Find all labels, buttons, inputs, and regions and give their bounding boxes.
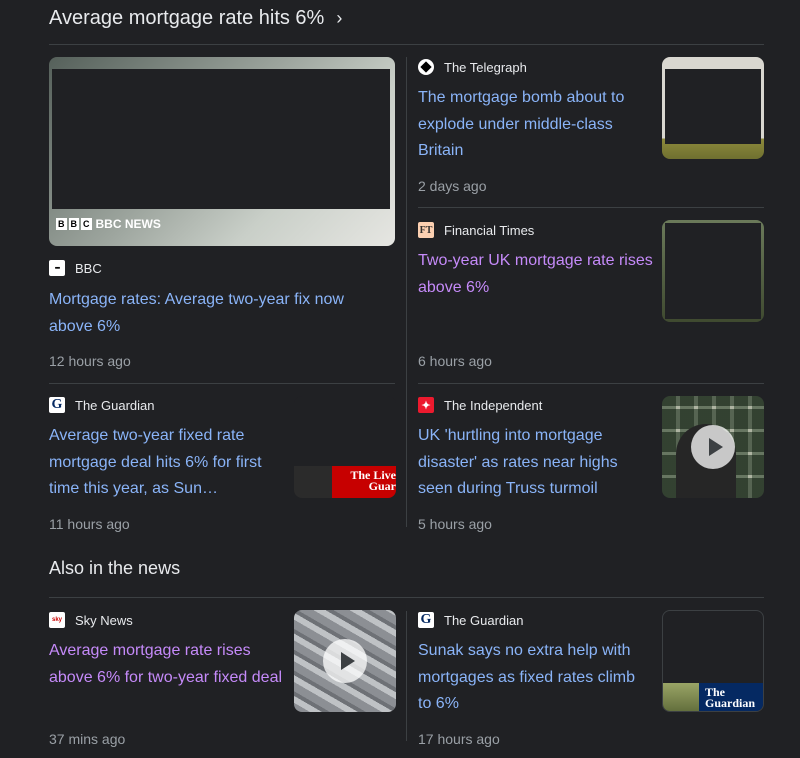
image-placeholder (52, 69, 390, 209)
story-title-link[interactable]: UK 'hurtling into mortgage disaster' as … (418, 423, 653, 503)
source-name: Sky News (75, 612, 133, 628)
guardian-favicon-icon: G (49, 397, 65, 413)
bbc-favicon-icon: ▪▪▪ (49, 260, 65, 276)
chevron-right-icon: › (336, 7, 343, 28)
sky-news-favicon-icon: sky (49, 612, 65, 628)
topic-header[interactable]: Average mortgage rate hits 6% › (49, 6, 342, 30)
divider (49, 597, 764, 598)
story-time: 12 hours ago (49, 353, 131, 369)
photo-fragment (663, 683, 699, 711)
story-title-link[interactable]: Average mortgage rate rises above 6% for… (49, 638, 284, 691)
story-source: FT Financial Times (418, 221, 534, 239)
story-title-link[interactable]: Mortgage rates: Average two-year fix now… (49, 287, 389, 340)
guardian-logo: The Guardian (699, 683, 763, 711)
story-thumbnail[interactable] (294, 610, 396, 712)
topic-title: Average mortgage rate hits 6% (49, 6, 325, 29)
divider (49, 44, 764, 45)
guardian-favicon-icon: G (418, 612, 434, 628)
story-time: 11 hours ago (49, 516, 130, 532)
story-time: 37 mins ago (49, 731, 126, 747)
column-divider (406, 611, 407, 741)
ft-favicon-icon: FT (418, 222, 434, 238)
photo-fragment (294, 466, 334, 498)
story-source: G The Guardian (49, 396, 155, 414)
story-source: G The Guardian (418, 611, 524, 629)
image-placeholder (665, 223, 761, 319)
story-time: 6 hours ago (418, 353, 492, 369)
independent-eagle-icon: ✦ (418, 397, 434, 413)
source-name: The Guardian (444, 612, 524, 628)
story-thumbnail[interactable]: The Guardian (662, 610, 764, 712)
source-name: Financial Times (444, 222, 535, 238)
story-thumbnail[interactable] (662, 57, 764, 159)
story-thumbnail[interactable] (662, 396, 764, 498)
bbc-news-logo: B B C BBC NEWS (56, 217, 161, 231)
telegraph-favicon-icon (418, 59, 434, 75)
guardian-live-logo: The Live Guar (332, 466, 396, 498)
story-title-link[interactable]: Average two-year fixed rate mortgage dea… (49, 423, 284, 503)
story-source: ✦ The Independent (418, 396, 542, 414)
story-thumbnail[interactable]: B B C BBC NEWS (49, 57, 395, 246)
source-name: BBC (75, 260, 102, 276)
divider (418, 383, 764, 384)
play-icon[interactable] (323, 639, 367, 683)
divider (49, 383, 395, 384)
source-name: The Guardian (75, 397, 155, 413)
story-source: The Telegraph (418, 58, 527, 76)
image-placeholder (665, 69, 761, 144)
story-thumbnail[interactable]: The Live Guar (294, 396, 396, 498)
story-source: ▪▪▪ BBC (49, 259, 102, 277)
source-name: The Independent (444, 397, 543, 413)
divider (418, 207, 764, 208)
story-time: 17 hours ago (418, 731, 500, 747)
source-name: The Telegraph (444, 59, 527, 75)
play-icon[interactable] (691, 425, 735, 469)
story-title-link[interactable]: Sunak says no extra help with mortgages … (418, 638, 648, 718)
column-divider (406, 57, 407, 527)
story-source: sky Sky News (49, 611, 133, 629)
story-thumbnail[interactable] (662, 220, 764, 322)
story-time: 2 days ago (418, 178, 487, 194)
story-title-link[interactable]: Two-year UK mortgage rate rises above 6% (418, 248, 653, 301)
story-time: 5 hours ago (418, 516, 492, 532)
story-title-link[interactable]: The mortgage bomb about to explode under… (418, 85, 648, 165)
section-heading: Also in the news (49, 558, 181, 578)
